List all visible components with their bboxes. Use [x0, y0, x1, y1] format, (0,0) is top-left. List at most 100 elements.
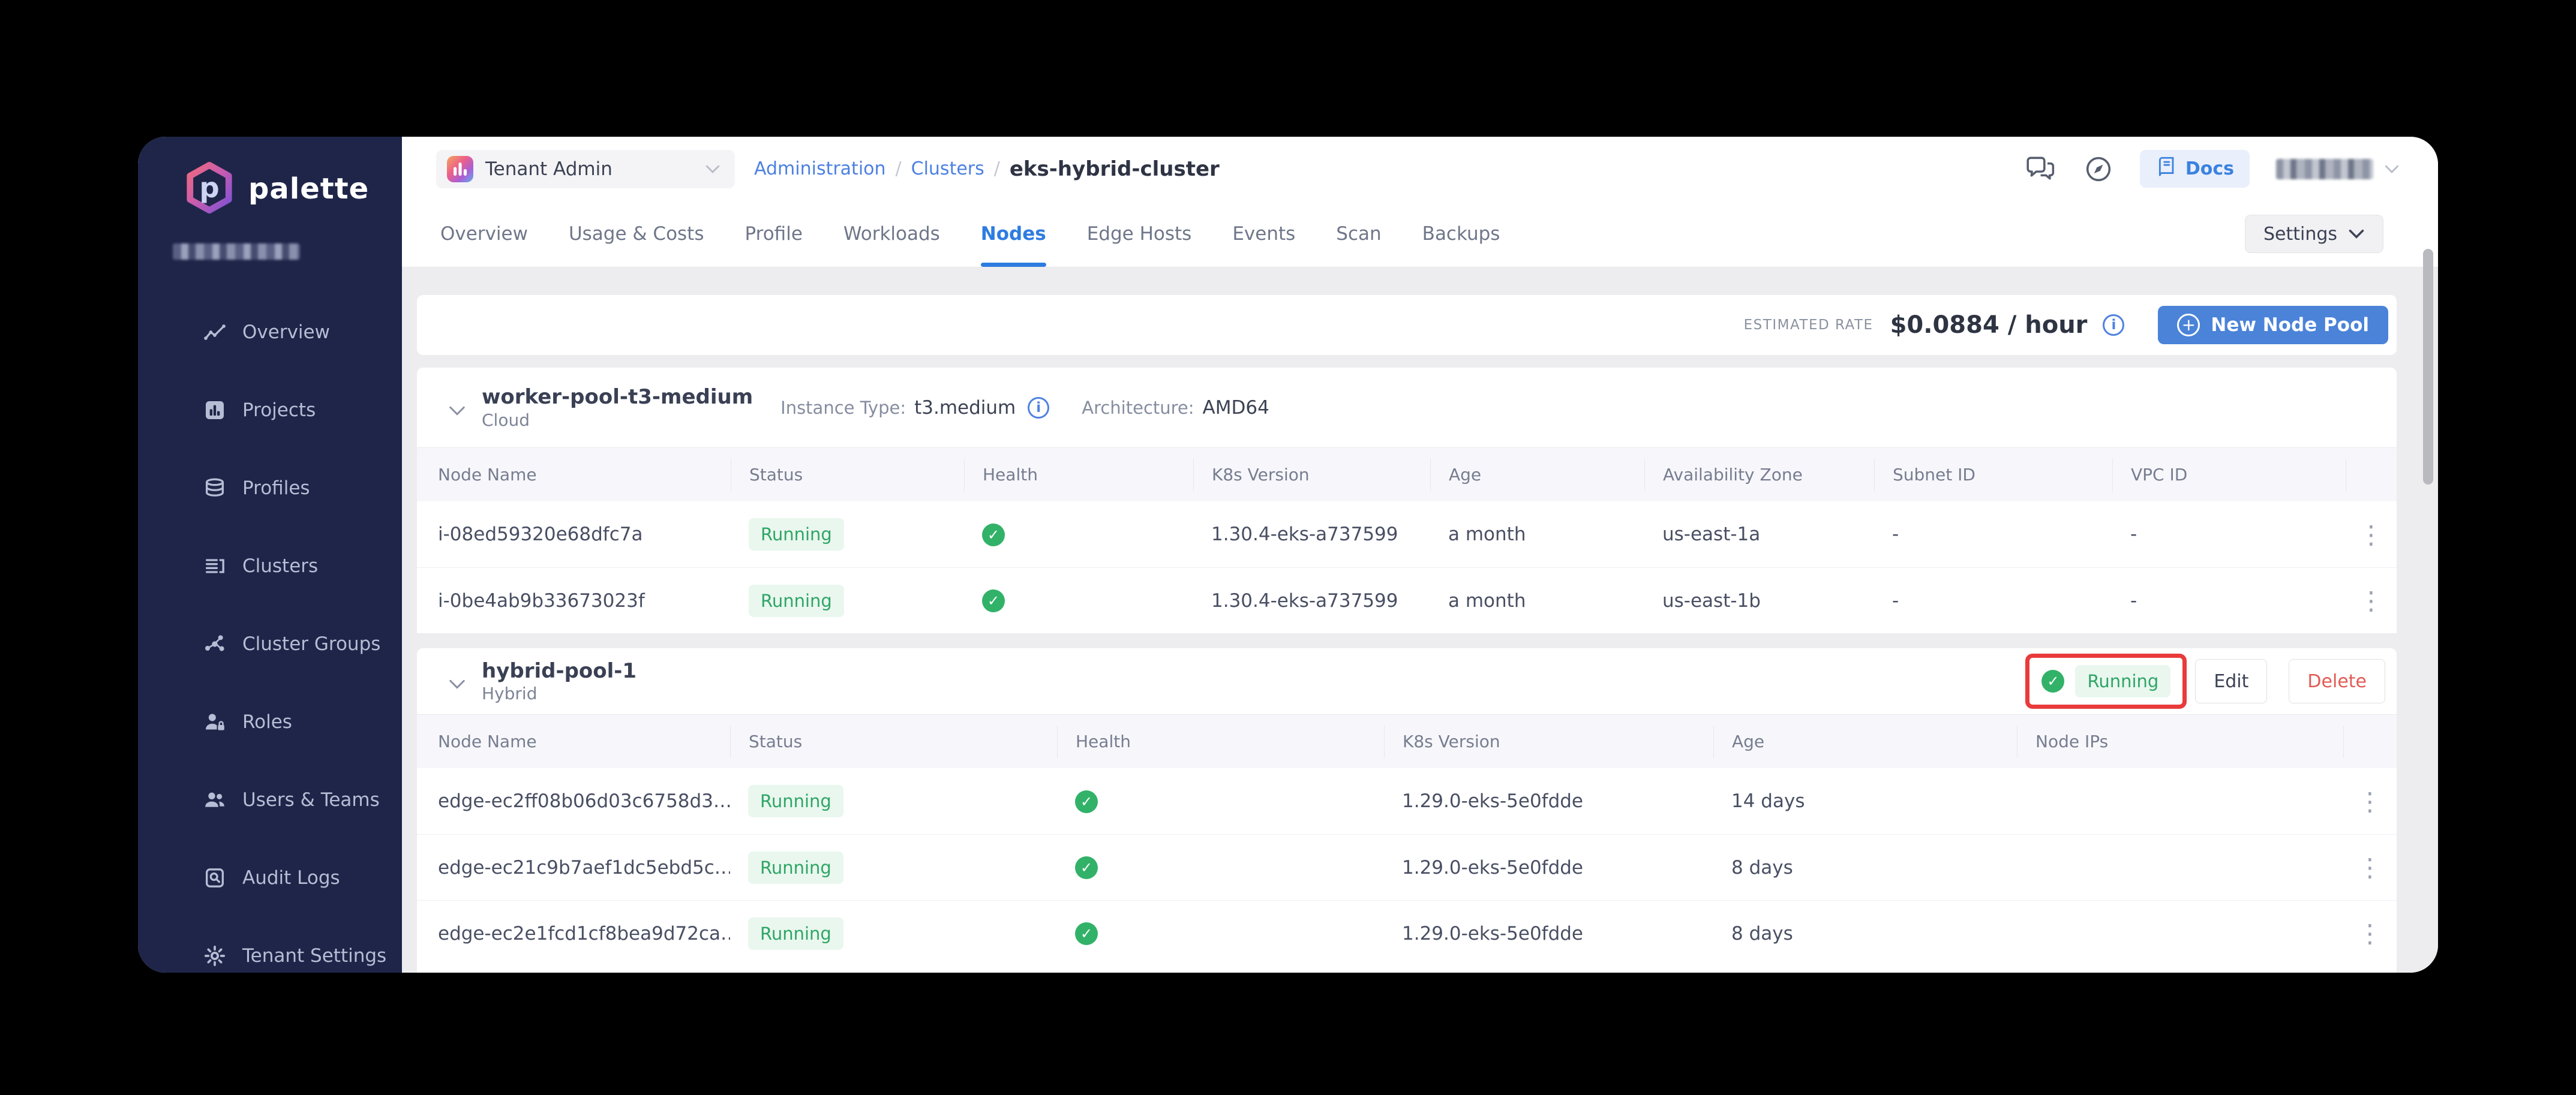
sidebar-item-tenant-settings[interactable]: Tenant Settings	[138, 917, 402, 973]
worker-pool-card: worker-pool-t3-medium Cloud Instance Typ…	[417, 368, 2397, 633]
row-menu-kebab-icon[interactable]: ⋮	[2346, 520, 2397, 549]
availability-zone: us-east-1a	[1644, 524, 1874, 545]
instance-type-label: Instance Type:	[780, 398, 906, 418]
sidebar-item-audit-logs[interactable]: Audit Logs	[138, 839, 402, 917]
row-menu-kebab-icon[interactable]: ⋮	[2343, 853, 2397, 882]
chat-feedback-icon[interactable]	[2025, 155, 2057, 183]
tab-workloads[interactable]: Workloads	[843, 201, 940, 267]
sidebar-item-label: Users & Teams	[242, 789, 380, 811]
node-name: edge-ec2e1fcd1cf8bea9d72ca…	[417, 923, 730, 944]
tab-edge-hosts[interactable]: Edge Hosts	[1087, 201, 1192, 267]
svg-text:p: p	[199, 172, 219, 204]
tab-scan[interactable]: Scan	[1336, 201, 1381, 267]
compass-icon[interactable]	[2083, 154, 2113, 184]
sidebar-item-roles[interactable]: Roles	[138, 683, 402, 761]
scope-selector[interactable]: Tenant Admin	[436, 150, 735, 188]
col-k8s-version: K8s Version	[1193, 459, 1430, 491]
sidebar-item-clusters[interactable]: Clusters	[138, 527, 402, 605]
info-icon[interactable]: i	[1028, 397, 1049, 419]
delete-button[interactable]: Delete	[2289, 659, 2385, 703]
health-check-icon: ✓	[982, 524, 1005, 546]
node-name: edge-ec2ff08b06d03c6758d3…	[417, 790, 730, 812]
row-menu-kebab-icon[interactable]: ⋮	[2343, 787, 2397, 816]
pool-title-block: worker-pool-t3-medium Cloud	[482, 384, 753, 430]
architecture-value: AMD64	[1203, 397, 1269, 419]
gear-icon	[202, 943, 228, 969]
k8s-version: 1.29.0-eks-5e0fdde	[1384, 857, 1713, 879]
sidebar-item-overview[interactable]: Overview	[138, 293, 402, 371]
list-icon	[202, 553, 228, 579]
sidebar-item-cluster-groups[interactable]: Cluster Groups	[138, 605, 402, 683]
row-menu-kebab-icon[interactable]: ⋮	[2343, 919, 2397, 948]
tab-backups[interactable]: Backups	[1422, 201, 1500, 267]
users-icon	[202, 787, 228, 813]
breadcrumb-separator: /	[994, 158, 1000, 179]
org-name-redacted	[173, 243, 300, 260]
breadcrumb: Administration / Clusters / eks-hybrid-c…	[754, 157, 1220, 181]
collapse-chevron-icon[interactable]	[448, 678, 466, 690]
col-status: Status	[731, 459, 964, 491]
sidebar-item-profiles[interactable]: Profiles	[138, 449, 402, 527]
sidebar: p palette Overview	[138, 137, 402, 973]
username-redacted	[2276, 159, 2373, 179]
node-name: i-0be4ab9b33673023f	[417, 590, 731, 612]
health-check-icon: ✓	[1075, 856, 1098, 879]
book-icon	[2155, 155, 2177, 183]
row-menu-kebab-icon[interactable]: ⋮	[2346, 586, 2397, 615]
collapse-chevron-icon[interactable]	[448, 405, 466, 417]
worker-pool-table-header: Node Name Status Health K8s Version Age …	[417, 447, 2397, 501]
worker-pool-header: worker-pool-t3-medium Cloud Instance Typ…	[417, 368, 2397, 447]
health-check-icon: ✓	[982, 589, 1005, 612]
tab-overview[interactable]: Overview	[440, 201, 528, 267]
logo-text: palette	[248, 172, 369, 206]
sidebar-item-label: Cluster Groups	[242, 633, 380, 655]
settings-button[interactable]: Settings	[2245, 215, 2383, 253]
plus-circle-icon: +	[2177, 314, 2200, 336]
col-k8s-version: K8s Version	[1384, 726, 1713, 758]
table-row: edge-ec2e1fcd1cf8bea9d72ca… Running ✓ 1.…	[417, 900, 2397, 966]
col-vpc-id: VPC ID	[2112, 459, 2346, 491]
scrollbar-thumb[interactable]	[2423, 249, 2433, 485]
col-availability-zone: Availability Zone	[1644, 459, 1874, 491]
sidebar-nav: Overview Projects	[138, 293, 402, 973]
tab-nodes[interactable]: Nodes	[981, 201, 1046, 267]
pool-name: worker-pool-t3-medium	[482, 384, 753, 410]
info-icon[interactable]: i	[2103, 314, 2124, 336]
tab-profile[interactable]: Profile	[745, 201, 803, 267]
sidebar-item-label: Roles	[242, 711, 292, 733]
audit-search-icon	[202, 865, 228, 891]
chevron-down-icon	[705, 164, 720, 175]
new-node-pool-label: New Node Pool	[2211, 314, 2369, 336]
sidebar-item-projects[interactable]: Projects	[138, 371, 402, 449]
sidebar-item-users-teams[interactable]: Users & Teams	[138, 761, 402, 839]
breadcrumb-administration[interactable]: Administration	[754, 158, 886, 179]
sidebar-item-label: Audit Logs	[242, 867, 340, 889]
docs-button[interactable]: Docs	[2140, 150, 2250, 188]
breadcrumb-clusters[interactable]: Clusters	[911, 158, 984, 179]
tab-events[interactable]: Events	[1232, 201, 1295, 267]
table-row: edge-ec21c9b7aef1dc5ebd5c… Running ✓ 1.2…	[417, 834, 2397, 900]
col-health: Health	[964, 459, 1193, 491]
user-menu[interactable]	[2276, 159, 2400, 179]
node-name: i-08ed59320e68dfc7a	[417, 524, 731, 545]
pool-name: hybrid-pool-1	[482, 658, 637, 684]
pool-title-block: hybrid-pool-1 Hybrid	[482, 658, 637, 704]
table-row: edge-ec2ff08b06d03c6758d3… Running ✓ 1.2…	[417, 768, 2397, 834]
network-icon	[202, 631, 228, 657]
tab-usage-costs[interactable]: Usage & Costs	[569, 201, 704, 267]
col-health: Health	[1057, 726, 1384, 758]
col-subnet-id: Subnet ID	[1874, 459, 2112, 491]
estimated-rate-bar: ESTIMATED RATE $0.0884 / hour i + New No…	[417, 295, 2397, 355]
table-row: i-08ed59320e68dfc7a Running ✓ 1.30.4-eks…	[417, 501, 2397, 567]
topbar: Tenant Admin Administration / Clusters /…	[402, 137, 2438, 201]
k8s-version: 1.30.4-eks-a737599	[1193, 524, 1430, 545]
new-node-pool-button[interactable]: + New Node Pool	[2158, 306, 2388, 344]
age: 14 days	[1713, 790, 2017, 812]
col-node-name: Node Name	[417, 459, 731, 491]
user-lock-icon	[202, 709, 228, 735]
edit-button[interactable]: Edit	[2195, 659, 2267, 703]
sidebar-item-label: Overview	[242, 321, 330, 343]
breadcrumb-separator: /	[896, 158, 902, 179]
line-chart-icon	[202, 319, 228, 345]
bar-chart-icon	[202, 397, 228, 423]
